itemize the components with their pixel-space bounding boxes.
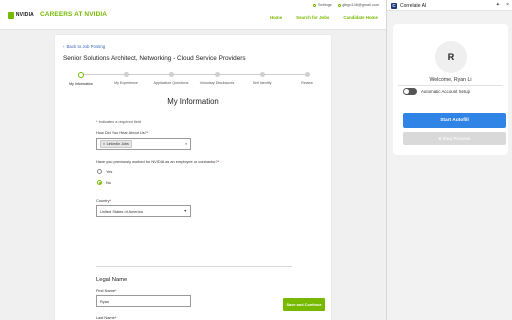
nav-home[interactable]: Home	[270, 15, 282, 20]
section-divider	[96, 266, 292, 267]
toggle-thumb[interactable]	[404, 89, 409, 94]
stop-button-label: Stop Process	[442, 136, 471, 141]
required-asterisk: *	[146, 130, 149, 135]
radio-yes[interactable]: Yes	[97, 169, 112, 174]
radio-circle[interactable]	[97, 169, 102, 174]
prev-worked-label: Have you previously worked for NVIDIA as…	[96, 159, 219, 164]
step-marker	[168, 72, 174, 77]
avatar: R	[435, 41, 467, 73]
nvidia-logo[interactable]: NVIDIA	[8, 10, 34, 20]
step-label: Self Identify	[252, 81, 272, 85]
account-link[interactable]: gibgo148@gmail.com	[337, 3, 379, 7]
utility-bar: Settings gibgo148@gmail.com	[313, 3, 379, 7]
step-marker	[123, 72, 129, 77]
country-label-text: Country	[96, 198, 110, 203]
correlate-logo-icon: C	[391, 2, 397, 9]
first-name-input[interactable]: Ryan	[96, 295, 191, 307]
step-marker	[214, 72, 220, 77]
back-to-job-link[interactable]: ‹ Back to Job Posting	[63, 44, 105, 49]
main-nav: Home Search for Jobs Candidate Home	[270, 15, 378, 20]
step-voluntary-disclosures: Voluntary Disclosures	[192, 72, 242, 85]
start-autofill-button[interactable]: Start Autofill	[403, 113, 506, 128]
step-review: Review	[282, 72, 332, 85]
settings-label: Settings	[317, 3, 332, 7]
step-label: Application Questions	[153, 81, 189, 85]
legal-name-heading: Legal Name	[96, 277, 128, 283]
first-name-label: First Name*	[96, 288, 117, 293]
radio-label: Yes	[106, 169, 113, 174]
list-icon: ≡	[184, 142, 187, 146]
panel-card: R Welcome, Ryan Li Automatic Account Set…	[393, 24, 508, 155]
chevron-left-icon: ‹	[63, 44, 65, 49]
step-marker	[304, 72, 310, 77]
required-asterisk: *	[109, 198, 112, 203]
step-label: My Experience	[114, 81, 138, 85]
remove-chip-icon[interactable]: ×	[103, 142, 105, 146]
radio-circle[interactable]	[97, 180, 102, 185]
required-asterisk: *	[114, 315, 117, 320]
first-name-value: Ryan	[100, 298, 110, 304]
section-title: My Information	[167, 97, 219, 106]
site-title[interactable]: CAREERS AT NVIDIA	[40, 11, 107, 18]
step-label: Review	[301, 81, 313, 85]
step-my-information: My Information	[56, 71, 106, 86]
back-link-label: Back to Job Posting	[66, 44, 106, 49]
save-and-continue-button[interactable]: Save and Continue	[283, 298, 325, 311]
how-heard-input[interactable]: × LinkedIn Jobs ≡	[96, 138, 191, 150]
site-header: NVIDIA CAREERS AT NVIDIA Settings gibgo1…	[0, 0, 386, 30]
logo-text: NVIDIA	[15, 12, 34, 18]
panel-title: Correlate AI	[400, 2, 427, 9]
last-name-label-text: Last Name	[96, 315, 115, 320]
step-marker	[78, 71, 84, 78]
progress-stepper: My Information My Experience Application…	[67, 71, 313, 86]
step-self-identify: Self Identify	[237, 72, 287, 85]
how-heard-label-text: How Did You Hear About Us?	[96, 130, 147, 135]
nav-search-jobs[interactable]: Search for Jobs	[296, 15, 329, 20]
panel-divider	[398, 85, 503, 86]
country-select[interactable]: United States of America ▼	[96, 205, 191, 217]
selected-source-chip[interactable]: × LinkedIn Jobs	[100, 140, 132, 148]
job-title: Senior Solutions Architect, Networking -…	[63, 55, 246, 62]
country-label: Country*	[96, 198, 111, 203]
account-email: gibgo148@gmail.com	[342, 3, 379, 7]
stop-process-button[interactable]: ■ Stop Process	[403, 132, 506, 145]
nav-candidate-home[interactable]: Candidate Home	[343, 15, 378, 20]
pin-icon[interactable]: ✦	[496, 2, 500, 8]
how-heard-label: How Did You Hear About Us?*	[96, 130, 148, 135]
required-asterisk: *	[217, 159, 220, 164]
country-value: United States of America	[100, 208, 143, 214]
gear-icon	[313, 3, 317, 7]
chip-label: LinkedIn Jobs	[106, 142, 129, 146]
user-icon	[337, 3, 341, 7]
step-marker	[259, 72, 265, 77]
step-label: My Information	[69, 81, 93, 86]
required-asterisk: *	[115, 288, 117, 293]
settings-link[interactable]: Settings	[313, 3, 332, 7]
nvidia-eye-icon	[8, 11, 14, 19]
last-name-label: Last Name*	[96, 315, 116, 320]
first-name-label-text: First Name	[96, 288, 116, 293]
close-icon[interactable]: ×	[506, 2, 509, 8]
radio-no[interactable]: No	[97, 180, 111, 185]
required-note: * Indicates a required field	[96, 119, 141, 124]
auto-setup-label: Automatic Account Setup	[421, 89, 471, 94]
panel-header: C Correlate AI ✦ ×	[387, 0, 512, 11]
nvidia-careers-page: NVIDIA CAREERS AT NVIDIA Settings gibgo1…	[0, 0, 386, 320]
correlate-side-panel: C Correlate AI ✦ × R Welcome, Ryan Li Au…	[386, 0, 512, 320]
welcome-text: Welcome, Ryan Li	[429, 77, 472, 83]
radio-label: No	[106, 180, 111, 185]
auto-setup-toggle[interactable]	[403, 88, 417, 95]
prev-worked-label-text: Have you previously worked for NVIDIA as…	[96, 159, 218, 164]
step-label: Voluntary Disclosures	[199, 81, 235, 85]
step-my-experience: My Experience	[101, 72, 151, 85]
application-form-card: ‹ Back to Job Posting Senior Solutions A…	[55, 35, 331, 320]
step-application-questions: Application Questions	[146, 72, 196, 85]
chevron-down-icon: ▼	[183, 209, 187, 213]
